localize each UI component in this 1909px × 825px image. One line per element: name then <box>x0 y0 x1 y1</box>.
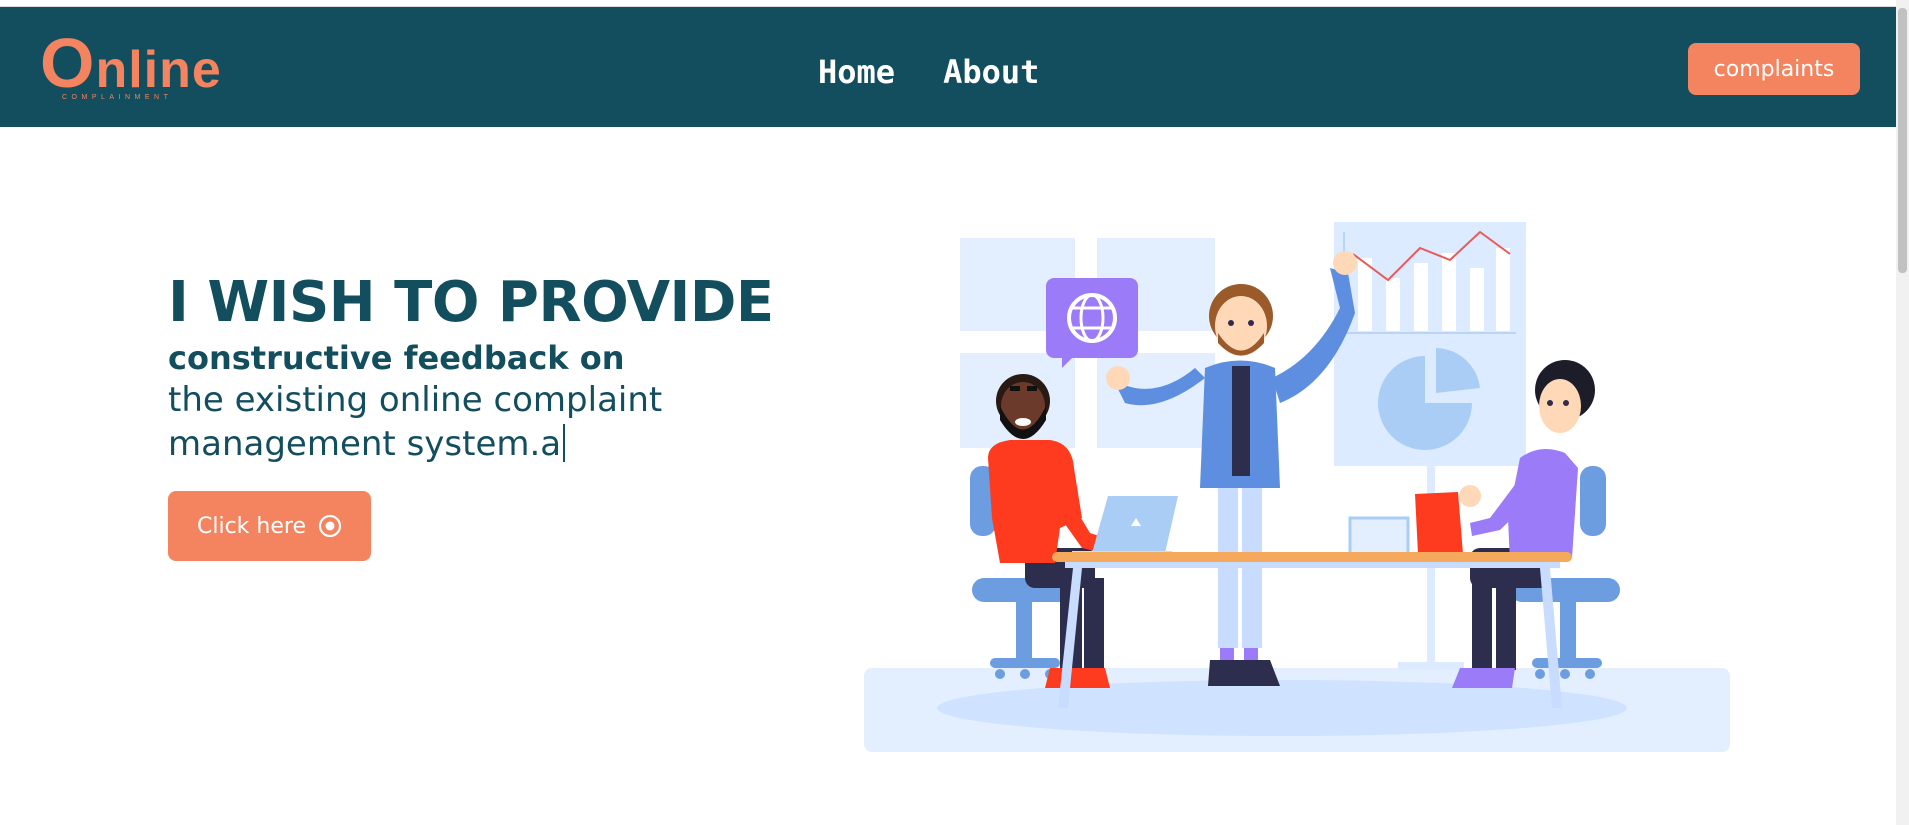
page-scrollbar[interactable] <box>1896 0 1909 825</box>
desk-edge <box>1065 562 1560 568</box>
desk-monitor <box>1348 516 1410 556</box>
logo[interactable]: Online COMPLAINMENT <box>40 28 221 107</box>
hero-text: I WISH TO PROVIDE constructive feedback … <box>168 268 788 466</box>
board-base <box>1398 662 1464 670</box>
record-circle-icon <box>318 514 342 538</box>
red-folder <box>1415 492 1463 554</box>
scrollbar-thumb[interactable] <box>1898 8 1907 273</box>
click-here-label: Click here <box>197 513 306 539</box>
hero-typed-line-1: the existing online complaint <box>168 380 663 420</box>
desk-top <box>1052 552 1572 562</box>
complaints-button[interactable]: complaints <box>1688 43 1860 95</box>
hero-subheadline: constructive feedback on <box>168 339 625 377</box>
nav-about-link[interactable]: About <box>943 47 1039 97</box>
browser-top-edge <box>0 0 1896 7</box>
nav-home-link[interactable]: Home <box>818 47 895 97</box>
globe-speech-bubble <box>1046 278 1138 368</box>
floor-shadow <box>937 680 1627 736</box>
hero-typed-line-2: management system.a <box>168 422 788 466</box>
click-here-button[interactable]: Click here <box>168 491 371 561</box>
hero-typed-line-2-text: management system.a <box>168 424 562 464</box>
logo-wordmark: Online <box>40 24 222 102</box>
navbar: Online COMPLAINMENT Home About complaint… <box>0 7 1896 127</box>
main-nav: Home About <box>818 47 1039 97</box>
logo-tagline: COMPLAINMENT <box>62 94 173 101</box>
hero-headline: I WISH TO PROVIDE <box>168 270 774 335</box>
team-meeting-illustration <box>864 222 1730 752</box>
typing-caret <box>563 424 566 462</box>
